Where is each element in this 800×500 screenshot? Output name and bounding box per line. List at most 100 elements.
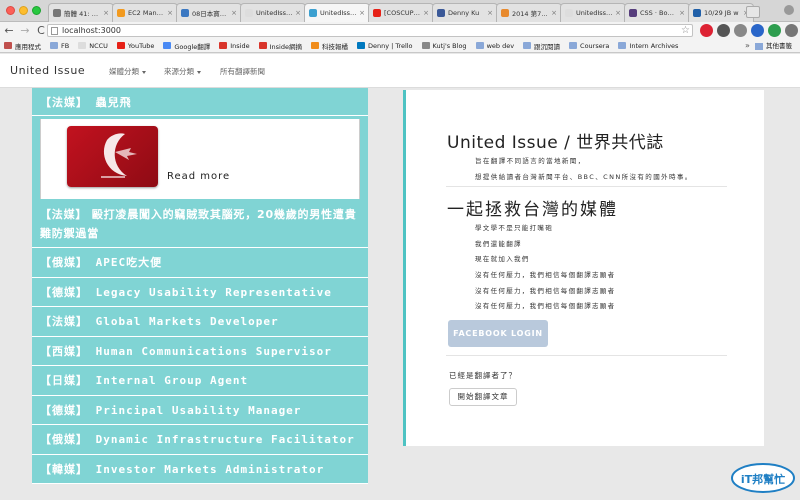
tab-close-icon[interactable]: × — [103, 9, 109, 17]
panel-line: 現在就加入我們 — [475, 255, 530, 263]
bookmark-item[interactable]: 科技報橘 — [310, 41, 348, 51]
browser-tab[interactable]: 10/29 JB w× — [688, 3, 754, 22]
tab-label: 2014 第7屆IT — [512, 10, 549, 18]
bookmark-item[interactable]: YouTube — [116, 42, 154, 50]
tab-close-icon[interactable]: × — [487, 9, 493, 17]
bookmark-item[interactable]: Inside網摘 — [258, 41, 302, 51]
other-bookmarks-folder[interactable]: 其他書籤 — [755, 39, 792, 53]
url-bar[interactable]: localhost:3000 — [47, 24, 693, 37]
panel-line: 學文學不是只能打嘴砲 — [475, 224, 553, 232]
profile-icon[interactable] — [784, 5, 794, 15]
bookmark-label: Google翻譯 — [174, 42, 211, 51]
read-more-link[interactable]: Read more — [167, 171, 230, 182]
gear-extension-icon[interactable] — [717, 24, 730, 37]
nav-source-category-label: 來源分類 — [164, 67, 194, 76]
bookmark-icon — [50, 42, 58, 49]
bookmark-item[interactable]: Kutj's Blog — [421, 41, 467, 50]
tab-favicon-icon — [181, 9, 189, 17]
browser-tab[interactable]: Denny Ku × — [432, 3, 498, 22]
article-preview: Read more — [32, 116, 368, 199]
menu-icon[interactable] — [785, 24, 798, 37]
bookmark-item[interactable]: Intern Archives — [618, 42, 678, 50]
bookmarks-overflow-button[interactable]: » — [745, 39, 750, 53]
url-text: localhost:3000 — [62, 26, 121, 35]
watermark-text: iT邦幫忙 — [741, 472, 785, 486]
article-item[interactable]: 【日媒】 Internal Group Agent — [32, 366, 368, 396]
browser-tab[interactable]: EC2 Manage × — [112, 3, 178, 22]
reload-button[interactable]: C — [34, 22, 48, 39]
article-item[interactable]: 【法媒】 Global Markets Developer — [32, 307, 368, 337]
bookmark-item[interactable]: Denny | Trello — [356, 41, 413, 50]
tab-close-icon[interactable]: × — [679, 9, 685, 17]
bookmark-icon — [356, 42, 365, 49]
article-item[interactable]: 【西媒】 Human Communications Supervisor — [32, 336, 368, 366]
bookmark-label: Intern Archives — [629, 41, 679, 50]
article-item[interactable]: 【德媒】 Legacy Usability Representative — [32, 277, 368, 307]
pin-extension-icon[interactable] — [734, 24, 747, 37]
browser-tab[interactable]: 2014 第7屆IT× — [496, 3, 562, 22]
window-close-button[interactable] — [6, 6, 15, 15]
bookmark-label: Denny | Trello — [367, 41, 413, 50]
bookmark-icon — [258, 42, 267, 49]
bookmark-item[interactable]: NCCU — [78, 42, 108, 50]
tab-close-icon[interactable]: × — [167, 9, 173, 17]
article-item[interactable]: 【俄媒】 Dynamic Infrastructure Facilitator — [32, 425, 368, 455]
facebook-login-button[interactable]: FACEBOOK LOGIN — [448, 320, 548, 347]
extension-icon[interactable] — [751, 24, 764, 37]
browser-tab[interactable]: [COSCUP 20 × — [368, 3, 434, 22]
article-item[interactable]: 【韓媒】 Investor Markets Administrator — [32, 454, 368, 484]
browser-tab[interactable]: 08日本寶永坂 × — [176, 3, 242, 22]
tab-label: CSS · Boots — [640, 9, 678, 17]
extension-icon[interactable] — [768, 24, 781, 37]
bookmark-item[interactable]: 跟沉閱讀 — [523, 41, 560, 51]
tab-favicon-icon — [437, 9, 445, 17]
bookmark-icon — [523, 42, 532, 49]
bookmark-item[interactable]: Coursera — [569, 42, 609, 50]
ithome-logo-icon: iT邦幫忙 — [731, 463, 795, 493]
divider — [446, 186, 727, 187]
tab-close-icon[interactable]: × — [551, 9, 557, 17]
new-tab-button[interactable] — [746, 6, 760, 18]
bookmark-item[interactable]: Google翻譯 — [163, 41, 210, 51]
tab-close-icon[interactable]: × — [295, 9, 301, 17]
article-item[interactable]: 【法媒】 毆打凌晨闖入的竊賊致其腦死，20幾歲的男性遭貴難防禦過當 — [32, 199, 368, 248]
bookmark-label: FB — [61, 41, 70, 50]
tab-close-icon[interactable]: × — [359, 9, 365, 17]
extension-icons — [700, 24, 798, 37]
site-brand[interactable]: United Issue — [10, 64, 85, 77]
adblock-extension-icon[interactable] — [700, 24, 713, 37]
bookmark-icon — [219, 42, 228, 49]
window-zoom-button[interactable] — [32, 6, 41, 15]
bookmark-label: Kutj's Blog — [432, 41, 467, 50]
bookmark-icon — [163, 42, 172, 49]
article-item[interactable]: 【德媒】 Principal Usability Manager — [32, 395, 368, 425]
forward-button[interactable]: → — [18, 22, 32, 39]
tab-close-icon[interactable]: × — [615, 9, 621, 17]
browser-tab[interactable]: UnitedIssue × — [560, 3, 626, 22]
start-translating-button[interactable]: 開始翻譯文章 — [449, 388, 517, 406]
tab-close-icon[interactable]: × — [231, 9, 237, 17]
article-item-expanded-title[interactable]: 【法媒】 蟲兒飛 — [32, 88, 368, 116]
bookmark-item[interactable]: 應用程式 — [4, 41, 41, 51]
browser-tab[interactable]: UnitedIssue × — [304, 3, 370, 22]
bookmark-star-icon[interactable]: ☆ — [681, 22, 690, 39]
nav-source-category[interactable]: 來源分類 — [164, 66, 201, 77]
tab-close-icon[interactable]: × — [423, 9, 429, 17]
bookmark-item[interactable]: web dev — [475, 42, 514, 50]
browser-tab[interactable]: CSS · Boots × — [624, 3, 690, 22]
window-minimize-button[interactable] — [19, 6, 28, 15]
bookmark-item[interactable]: Inside — [219, 42, 250, 50]
bookmark-icon — [78, 42, 87, 49]
back-button[interactable]: ← — [2, 22, 16, 39]
browser-tab[interactable]: UnitedIssue × — [240, 3, 306, 22]
nav-media-category[interactable]: 媒體分類 — [109, 66, 146, 77]
tab-label: 08日本寶永坂 — [192, 10, 230, 18]
nav-all-news[interactable]: 所有翻譯新聞 — [220, 66, 265, 77]
bookmark-item[interactable]: FB — [50, 42, 69, 50]
tab-favicon-icon — [117, 9, 125, 17]
article-item[interactable]: 【俄媒】 APEC吃大便 — [32, 248, 368, 278]
browser-tab[interactable]: 簡體 41: 東北 × — [48, 3, 114, 22]
article-thumbnail[interactable] — [67, 126, 158, 187]
panel-line: 沒有任何壓力，我們相信每個翻譯志願者 — [475, 271, 616, 279]
article-rows: 【法媒】 毆打凌晨闖入的竊賊致其腦死，20幾歲的男性遭貴難防禦過當 【俄媒】 AP… — [32, 199, 368, 484]
